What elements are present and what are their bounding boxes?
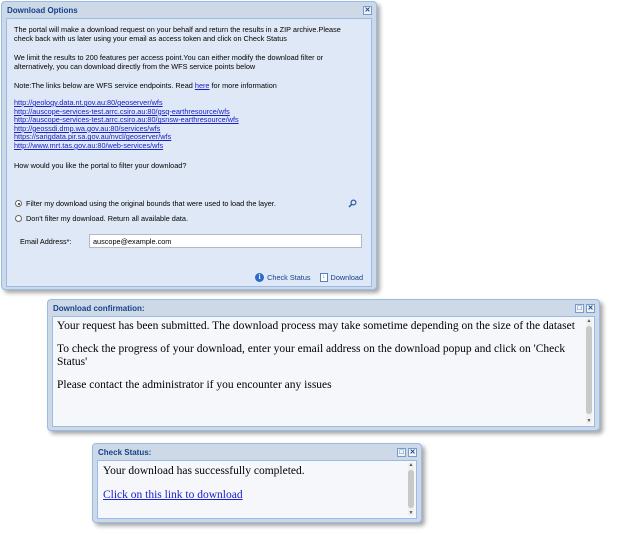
confirmation-line-2: To check the progress of your download, … — [57, 342, 566, 369]
check-status-window: Check Status: □ ✕ Your download has succ… — [92, 443, 422, 523]
confirmation-scrollbar[interactable]: ▲ ▼ — [586, 319, 592, 424]
close-icon[interactable]: ✕ — [363, 5, 372, 15]
close-icon[interactable]: ✕ — [586, 303, 595, 313]
download-result-link[interactable]: Click on this link to download — [103, 489, 243, 501]
check-status-header[interactable]: Check Status: □ ✕ — [93, 444, 421, 460]
note-prefix: Note:The links below are WFS service end… — [14, 81, 195, 90]
no-filter-option-row[interactable]: Don't filter my download. Return all ava… — [15, 214, 188, 223]
check-status-title: Check Status: — [98, 447, 152, 457]
download-confirmation-title: Download confirmation: — [53, 303, 145, 313]
wfs-link-list: http://geology.data.nt.gov.au:80/geoserv… — [14, 98, 361, 151]
confirmation-line-3: Please contact the administrator if you … — [57, 378, 332, 391]
wfs-link[interactable]: http://www.mrt.tas.gov.au:80/web-service… — [14, 141, 361, 151]
email-value: auscope@example.com — [93, 237, 172, 246]
note-paragraph: Note:The links below are WFS service end… — [14, 81, 361, 90]
email-field[interactable]: auscope@example.com — [89, 234, 362, 248]
filter-option-row[interactable]: Filter my download using the original bo… — [15, 199, 276, 208]
status-scrollbar[interactable]: ▲ ▼ — [408, 463, 414, 516]
check-status-body: Your download has successfully completed… — [97, 460, 417, 519]
download-confirmation-window: Download confirmation: □ ✕ Your request … — [47, 299, 600, 431]
intro-paragraph: The portal will make a download request … — [14, 25, 341, 43]
maximize-icon[interactable]: □ — [575, 303, 584, 313]
download-confirmation-body: Your request has been submitted. The dow… — [52, 316, 595, 427]
download-options-body: The portal will make a download request … — [6, 18, 372, 287]
filter-question: How would you like the portal to filter … — [14, 160, 187, 170]
check-status-label: Check Status — [267, 273, 311, 282]
email-label: Email Address*: — [20, 237, 72, 246]
info-icon: i — [255, 273, 265, 282]
note-suffix: for more information — [209, 81, 277, 90]
footer-toolbar: i Check Status ↓ Download — [255, 273, 363, 282]
confirmation-line-1: Your request has been submitted. The dow… — [57, 320, 575, 332]
scroll-down-icon[interactable]: ▼ — [586, 419, 592, 424]
download-label: Download — [330, 273, 363, 282]
download-button[interactable]: ↓ Download — [319, 273, 363, 282]
download-icon: ↓ — [319, 273, 328, 282]
scroll-up-icon[interactable]: ▲ — [586, 319, 592, 324]
close-icon[interactable]: ✕ — [408, 447, 417, 457]
limit-paragraph: We limit the results to 200 features per… — [14, 53, 324, 71]
no-filter-radio[interactable] — [15, 215, 22, 222]
scroll-up-icon[interactable]: ▲ — [408, 463, 414, 468]
no-filter-option-label: Don't filter my download. Return all ava… — [26, 214, 189, 223]
maximize-icon[interactable]: □ — [397, 447, 406, 457]
filter-option-label: Filter my download using the original bo… — [26, 199, 276, 208]
download-options-header[interactable]: Download Options ✕ — [2, 2, 376, 18]
filter-radio[interactable] — [15, 200, 22, 207]
download-options-title: Download Options — [7, 5, 78, 15]
scrollbar-thumb[interactable] — [408, 470, 414, 508]
check-status-button[interactable]: i Check Status — [255, 273, 311, 282]
download-confirmation-header[interactable]: Download confirmation: □ ✕ — [48, 300, 599, 316]
scrollbar-thumb[interactable] — [586, 326, 592, 414]
scroll-down-icon[interactable]: ▼ — [408, 511, 414, 516]
download-options-window: Download Options ✕ The portal will make … — [1, 1, 377, 290]
status-message: Your download has successfully completed… — [103, 465, 305, 477]
magnifier-icon[interactable] — [348, 199, 357, 208]
note-here-link[interactable]: here — [195, 81, 210, 90]
